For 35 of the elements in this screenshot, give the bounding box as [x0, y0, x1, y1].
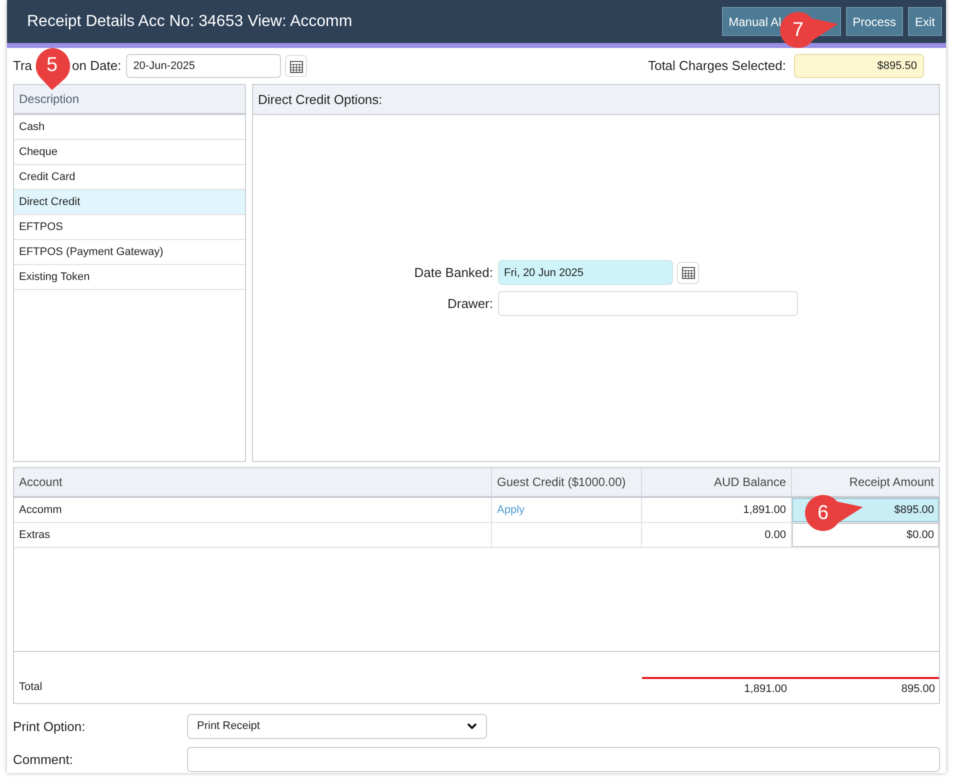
field-label: Comment: [13, 750, 74, 769]
calendar-button[interactable] [677, 262, 699, 284]
field-label: Drawer: [446, 294, 493, 313]
callout-marker: 6 [803, 493, 865, 533]
comment-field[interactable] [186, 747, 940, 772]
header-button[interactable]: Exit [908, 7, 942, 36]
drawer-field[interactable] [498, 291, 798, 316]
panel-header: Direct Credit Options: [253, 85, 939, 115]
field-label: Tra [13, 57, 32, 76]
table-cell: Extras [14, 523, 492, 547]
column-header: Account [14, 468, 492, 496]
field-label: Total Charges Selected: [648, 57, 786, 76]
print-option-select[interactable]: Print Receipt [187, 714, 487, 739]
date-field[interactable]: 20-Jun-2025 [126, 54, 282, 78]
calendar-button[interactable] [285, 55, 308, 77]
calendar-icon [290, 60, 303, 72]
column-header: Description [14, 85, 245, 115]
calendar-icon [682, 266, 694, 279]
window-title: Receipt Details Acc No: 34653 View: Accomm [27, 12, 352, 32]
total-charges-field: $895.50 [794, 54, 924, 78]
table-cell: Accomm [14, 498, 492, 522]
payment-method-item[interactable]: Direct Credit [14, 190, 245, 215]
total-balance: 1,891.00 [743, 682, 788, 697]
header-button[interactable]: Process [846, 7, 903, 36]
field-label: Date Banked: [413, 264, 493, 282]
total-label: Total [18, 680, 44, 694]
column-header: Guest Credit ($1000.00) [492, 468, 642, 496]
field-label: Print Option: [13, 718, 86, 736]
date-field[interactable]: Fri, 20 Jun 2025 [498, 260, 673, 285]
field-label: on Date: [72, 57, 122, 76]
column-header: AUD Balance [642, 468, 792, 496]
receipt-amount-field[interactable]: $0.00 [792, 523, 939, 547]
column-header: Receipt Amount [848, 474, 935, 491]
chevron-down-icon [467, 723, 477, 730]
total-receipt: 895.00 [900, 682, 936, 697]
